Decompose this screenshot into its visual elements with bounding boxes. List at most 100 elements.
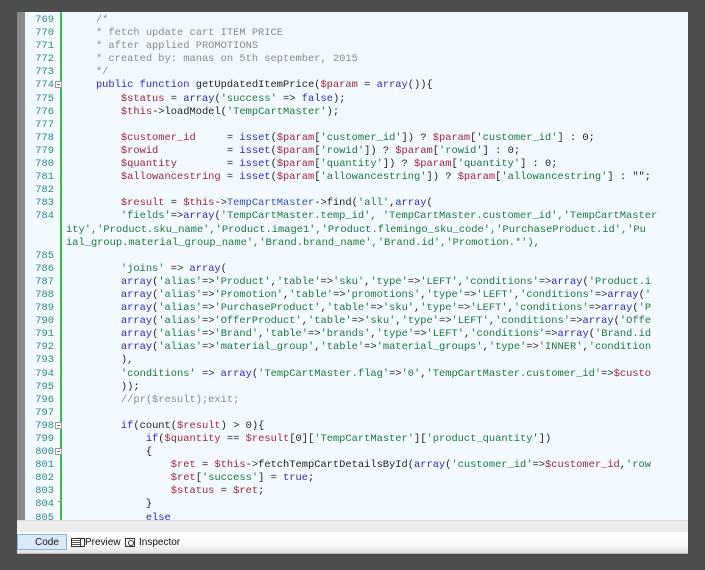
- token-fn: =: [177, 158, 240, 171]
- code-line-wrap: ity','Product.sku_name','Product.image1'…: [17, 224, 688, 237]
- token-var: $result: [177, 419, 221, 432]
- token-str: 'Product.i: [588, 275, 652, 288]
- token-fn: ] : 0;: [557, 131, 595, 144]
- code-text: /*: [71, 14, 108, 27]
- token-fn: ));: [71, 380, 140, 393]
- wrapped-code-text: ity','Product.sku_name','Product.image1'…: [66, 223, 646, 236]
- token-fn: =>: [276, 92, 302, 105]
- code-text: $ret = $this->fetchTempCartDetailsById(a…: [71, 459, 651, 472]
- token-cls: TempCartMaster: [226, 197, 315, 210]
- token-kw: else: [71, 511, 171, 520]
- token-fn: =>: [407, 275, 421, 288]
- line-number: 775: [35, 92, 54, 105]
- token-fn: (: [426, 197, 433, 210]
- token-str: 'quantity': [320, 158, 383, 171]
- code-line: 800 {: [17, 446, 688, 459]
- wrapped-code-text: ial_group.material_group_name','Brand.br…: [66, 236, 540, 249]
- code-line: 797: [17, 407, 688, 420]
- line-number: 787: [35, 275, 54, 288]
- token-str: 'table': [264, 328, 309, 341]
- token-fn: =>: [201, 275, 215, 288]
- token-str: 'TempCartMaster.flag': [258, 367, 390, 380]
- tab-preview[interactable]: Preview: [68, 534, 124, 550]
- token-kw: array: [71, 288, 153, 301]
- token-var: $ret: [71, 459, 196, 472]
- token-fn: =>: [463, 288, 477, 301]
- token-fn: ==: [220, 433, 246, 445]
- line-number: 771: [35, 40, 54, 53]
- line-number: 772: [35, 53, 54, 66]
- token-str: 'conditions': [470, 328, 546, 341]
- token-fn: =>: [201, 288, 215, 301]
- code-text: {: [71, 446, 152, 459]
- token-fn: }: [71, 498, 153, 511]
- token-kw: array: [220, 367, 252, 380]
- token-kw: array: [189, 262, 221, 275]
- token-str: 'promotions': [345, 288, 421, 301]
- token-str: 'alias': [158, 341, 202, 354]
- token-str: 'product_quantity': [426, 433, 539, 445]
- token-fn: ]) ?: [382, 158, 415, 171]
- code-text: array('alias'=>'Brand','table'=>'brands'…: [71, 328, 651, 341]
- code-text: $rowid = isset($param['rowid']) ? $param…: [71, 145, 520, 158]
- token-cm: //pr($result);exit;: [71, 393, 240, 406]
- token-kw: if: [71, 419, 134, 432]
- code-line: 796 //pr($result);exit;: [17, 394, 688, 407]
- fold-toggle-icon[interactable]: [55, 448, 62, 456]
- token-fn: =>: [601, 367, 614, 380]
- code-text: $result = $this->TempCartMaster->find('a…: [71, 197, 433, 210]
- token-fn: =>: [351, 315, 365, 328]
- token-str: 'conditions': [463, 275, 539, 288]
- token-str: 'alias': [158, 302, 202, 315]
- token-fn: =>: [164, 262, 190, 275]
- token-kw: if: [71, 433, 159, 445]
- line-number: 777: [35, 118, 54, 131]
- fold-toggle-icon[interactable]: [55, 81, 62, 89]
- line-number: 779: [35, 144, 54, 157]
- code-text: }: [71, 498, 152, 511]
- token-str: 'conditions': [495, 315, 570, 328]
- code-text: array('alias'=>'PurchaseProduct','table'…: [71, 302, 651, 315]
- code-line: 804 }: [17, 498, 688, 511]
- token-kw: array: [183, 92, 215, 105]
- token-str: 'material_group': [214, 341, 315, 354]
- tab-code[interactable]: Code: [17, 534, 85, 550]
- token-kw: array: [557, 328, 589, 341]
- token-str: 'type': [376, 328, 415, 341]
- token-var: $custo: [613, 367, 652, 380]
- token-fn: =: [158, 144, 240, 157]
- code-text: public function getUpdatedItemPrice($par…: [71, 79, 433, 92]
- tab-inspector[interactable]: Inspector: [122, 534, 182, 550]
- line-number: 797: [35, 406, 54, 419]
- code-line: 770 * fetch update cart ITEM PRICE: [17, 27, 688, 40]
- token-fn: =>: [201, 315, 215, 328]
- token-fn: ;: [308, 472, 315, 485]
- code-line: 792 array('alias'=>'material_group','tab…: [17, 341, 688, 354]
- code-line: 784 'fields'=>array('TempCartMaster.temp…: [17, 210, 688, 223]
- fold-toggle-icon[interactable]: [55, 421, 62, 429]
- token-str: 'TempCartMaster': [226, 105, 327, 118]
- code-lines: 769 /* 770 * fetch update cart ITEM PRICE…: [17, 14, 688, 520]
- token-str: 'all': [357, 197, 390, 210]
- token-str: 'alias': [158, 275, 202, 288]
- line-number: 786: [35, 262, 54, 275]
- token-fn: (count(: [133, 419, 178, 432]
- token-str: 'alias': [158, 328, 202, 341]
- code-line: 769 /*: [17, 14, 688, 27]
- line-number: 795: [35, 380, 54, 393]
- token-fn: ]) ?: [401, 131, 433, 144]
- code-line-wrap: ial_group.material_group_name','Brand.br…: [17, 237, 688, 250]
- token-kw: array: [71, 275, 153, 288]
- token-fn: ] : "";: [607, 171, 652, 184]
- token-fn: =>: [439, 315, 452, 328]
- code-text: * created by: manas on 5th september, 20…: [71, 53, 358, 66]
- token-str: '0': [401, 367, 421, 380]
- token-var: $result: [245, 433, 290, 445]
- token-kw: true: [283, 472, 308, 485]
- token-str: 'joins': [71, 262, 165, 275]
- code-line: 789 array('alias'=>'PurchaseProduct','ta…: [17, 302, 688, 315]
- code-editor[interactable]: 769 /* 770 * fetch update cart ITEM PRICE…: [17, 12, 688, 520]
- token-str: 'type': [370, 275, 408, 288]
- token-fn: ) > 0){: [220, 419, 265, 432]
- token-str: 'table': [276, 275, 321, 288]
